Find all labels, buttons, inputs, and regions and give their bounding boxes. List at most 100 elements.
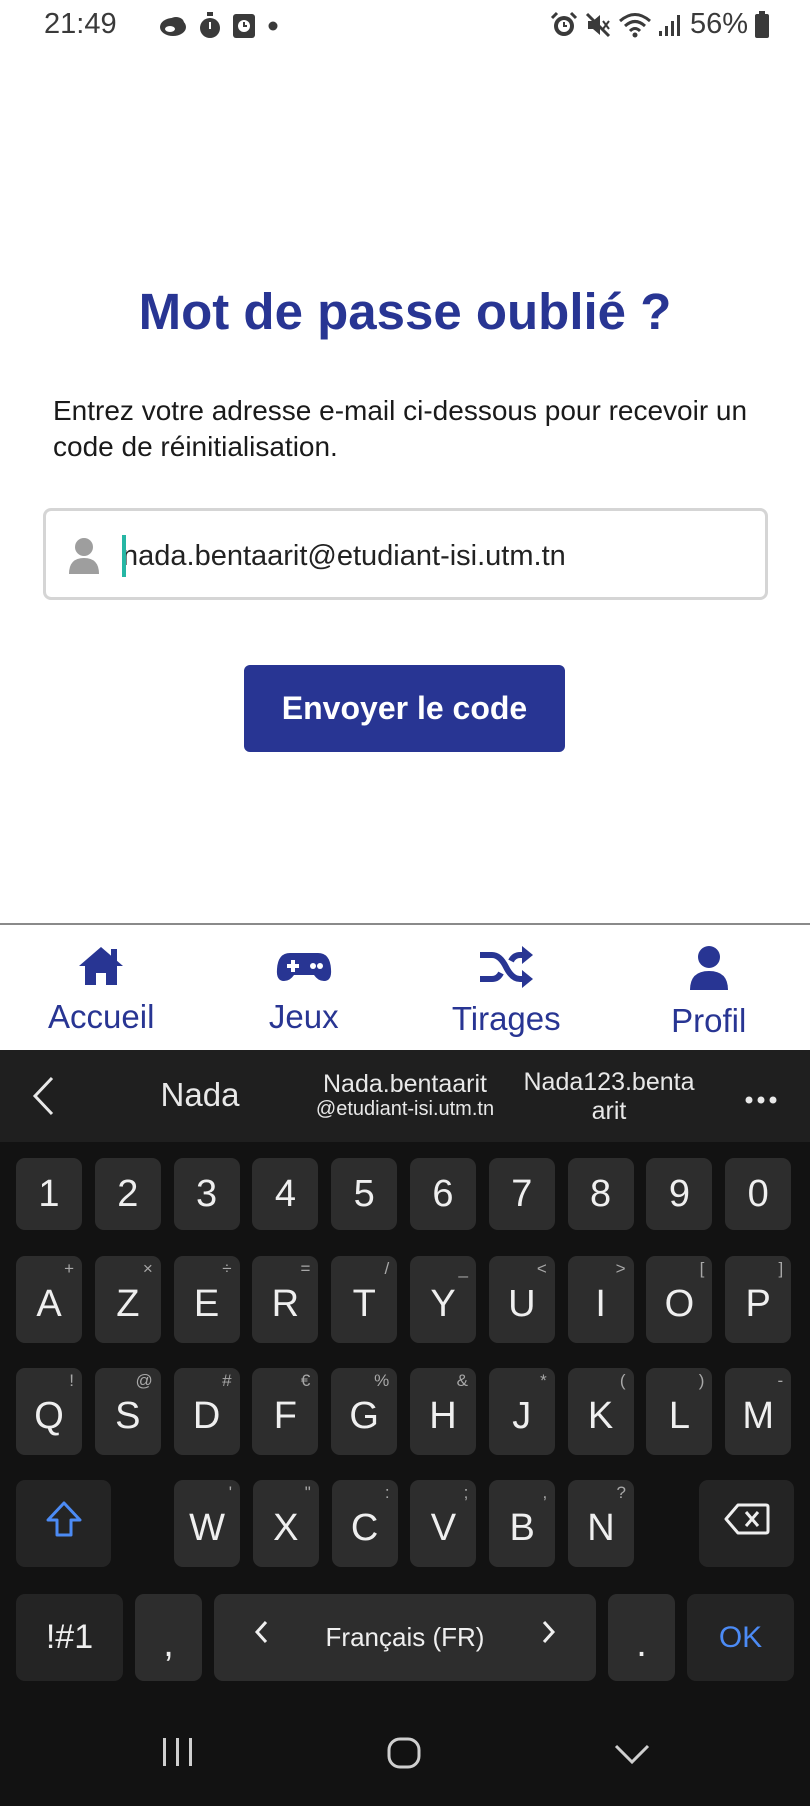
backspace-icon <box>724 1502 770 1545</box>
recent-apps-icon[interactable] <box>160 1736 196 1773</box>
symbols-key[interactable]: !#1 <box>16 1594 123 1681</box>
key-j-hint: * <box>540 1371 547 1390</box>
status-bar: 21:49 56% <box>0 0 810 56</box>
nav-item-profil[interactable]: Profil <box>608 925 810 1050</box>
key-k[interactable]: (K <box>567 1368 634 1455</box>
ok-key[interactable]: OK <box>687 1594 794 1681</box>
signal-icon <box>658 13 684 37</box>
key-z-label: Z <box>116 1283 140 1325</box>
key-y[interactable]: _ Y <box>410 1256 476 1343</box>
key-f[interactable]: € F <box>252 1368 319 1455</box>
key-p[interactable]: ] P <box>725 1256 792 1343</box>
suggestion-3[interactable]: Nada123.benta arit <box>512 1068 706 1126</box>
comma-key[interactable]: , <box>135 1594 202 1681</box>
key-t[interactable]: / T <box>331 1256 398 1343</box>
key-1[interactable]: 1 <box>16 1158 82 1230</box>
key-h[interactable]: & H <box>410 1368 476 1455</box>
period-key-label: . <box>636 1623 647 1665</box>
key-j-label: J <box>512 1395 532 1437</box>
key-i-label: I <box>595 1283 606 1325</box>
bottom-nav: Accueil Jeux Tirages Profil <box>0 923 810 1050</box>
nav-item-accueil[interactable]: Accueil <box>0 925 203 1050</box>
key-l[interactable]: ) L <box>646 1368 713 1455</box>
key-d[interactable]: # D <box>173 1368 240 1455</box>
key-4-label: 4 <box>274 1172 296 1215</box>
send-code-button[interactable]: Envoyer le code <box>244 665 565 752</box>
key-7[interactable]: 7 <box>488 1158 555 1230</box>
key-2-label: 2 <box>117 1172 139 1215</box>
key-r[interactable]: = R <box>252 1256 319 1343</box>
key-b[interactable]: ,B <box>489 1480 556 1567</box>
key-l-hint: ) <box>698 1371 705 1390</box>
key-e-hint: ÷ <box>222 1259 232 1278</box>
suggestion-2[interactable]: Nada.bentaarit @etudiant-isi.utm.tn <box>300 1070 510 1120</box>
key-6[interactable]: 6 <box>410 1158 476 1230</box>
key-g[interactable]: % G <box>331 1368 398 1455</box>
key-e-label: E <box>193 1283 220 1325</box>
chevron-left-icon[interactable] <box>32 1076 54 1121</box>
nav-label-accueil: Accueil <box>48 998 155 1035</box>
key-e[interactable]: ÷ E <box>173 1256 240 1343</box>
key-8[interactable]: 8 <box>567 1158 634 1230</box>
key-s-label: S <box>115 1395 141 1437</box>
key-o[interactable]: [O <box>646 1256 713 1343</box>
key-5[interactable]: 5 <box>331 1158 398 1230</box>
key-8-label: 8 <box>590 1172 612 1215</box>
key-v[interactable]: ; V <box>410 1480 477 1567</box>
key-1-label: 1 <box>38 1172 60 1215</box>
nav-label-profil: Profil <box>671 1002 747 1039</box>
key-m[interactable]: -M <box>725 1368 792 1455</box>
key-g-hint: % <box>374 1371 390 1390</box>
key-n[interactable]: ? N <box>568 1480 634 1567</box>
key-j[interactable]: * J <box>488 1368 555 1455</box>
text-cursor <box>122 535 126 577</box>
suggestion-1[interactable]: Nada <box>130 1076 270 1114</box>
key-u[interactable]: < U <box>488 1256 555 1343</box>
key-k-hint: ( <box>619 1371 626 1390</box>
symbols-key-label: !#1 <box>45 1618 94 1656</box>
key-x[interactable]: " X <box>252 1480 319 1567</box>
key-m-hint: - <box>777 1371 784 1390</box>
key-b-label: B <box>509 1507 535 1549</box>
key-c-hint: : <box>384 1483 390 1502</box>
key-g-label: G <box>349 1395 379 1437</box>
chevron-left-small-icon <box>254 1620 268 1651</box>
key-c-label: C <box>350 1507 379 1549</box>
home-button-icon[interactable] <box>386 1736 422 1775</box>
more-options-icon[interactable] <box>744 1092 778 1110</box>
key-z[interactable]: × Z <box>94 1256 161 1343</box>
key-r-hint: = <box>300 1259 311 1278</box>
key-w-hint: ' <box>228 1483 232 1502</box>
key-s[interactable]: @ S <box>94 1368 161 1455</box>
backspace-key[interactable] <box>699 1480 794 1567</box>
email-input[interactable] <box>122 529 742 583</box>
space-key[interactable]: Français (FR) <box>214 1594 596 1681</box>
key-9[interactable]: 9 <box>646 1158 713 1230</box>
email-field[interactable] <box>43 508 768 600</box>
comma-key-label: , <box>163 1623 174 1665</box>
key-h-hint: & <box>456 1371 468 1390</box>
suggestion-3-line2: arit <box>591 1097 627 1125</box>
key-q[interactable]: ! Q <box>16 1368 82 1455</box>
key-4[interactable]: 4 <box>252 1158 319 1230</box>
key-k-label: K <box>587 1395 614 1437</box>
key-a[interactable]: + A <box>16 1256 82 1343</box>
key-0[interactable]: 0 <box>725 1158 792 1230</box>
key-n-label: N <box>587 1507 615 1549</box>
nav-item-jeux[interactable]: Jeux <box>203 925 406 1050</box>
hide-keyboard-icon[interactable] <box>614 1744 650 1771</box>
key-w[interactable]: ' W <box>174 1480 240 1567</box>
key-3[interactable]: 3 <box>173 1158 240 1230</box>
key-0-label: 0 <box>747 1172 769 1215</box>
gamepad-icon <box>276 945 332 992</box>
key-r-label: R <box>271 1283 300 1325</box>
key-y-label: Y <box>430 1283 456 1325</box>
period-key[interactable]: . <box>608 1594 675 1681</box>
key-i[interactable]: > I <box>567 1256 634 1343</box>
key-2[interactable]: 2 <box>94 1158 161 1230</box>
key-c[interactable]: :C <box>331 1480 398 1567</box>
shift-key[interactable] <box>16 1480 111 1567</box>
nav-item-tirages[interactable]: Tirages <box>405 925 608 1050</box>
key-o-hint: [ <box>699 1259 705 1278</box>
user-icon <box>68 537 100 580</box>
